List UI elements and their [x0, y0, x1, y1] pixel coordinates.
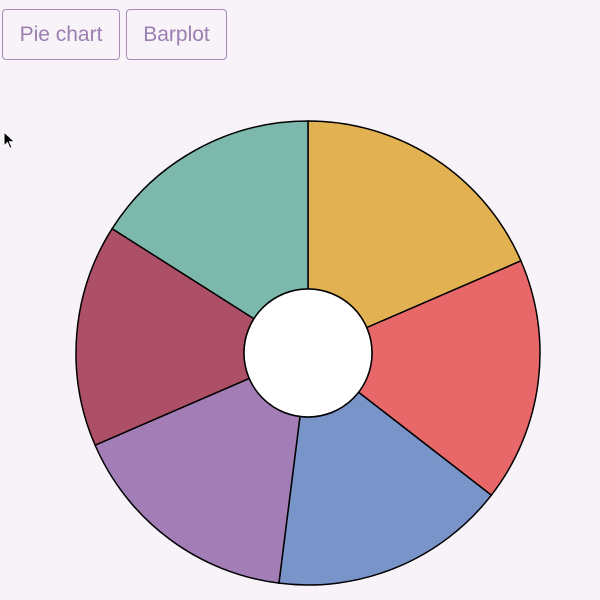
donut-chart: [75, 120, 541, 586]
app-window: Pie chart Barplot: [0, 0, 600, 600]
arrow-cursor-icon: [3, 131, 16, 150]
donut-hole: [243, 288, 373, 418]
